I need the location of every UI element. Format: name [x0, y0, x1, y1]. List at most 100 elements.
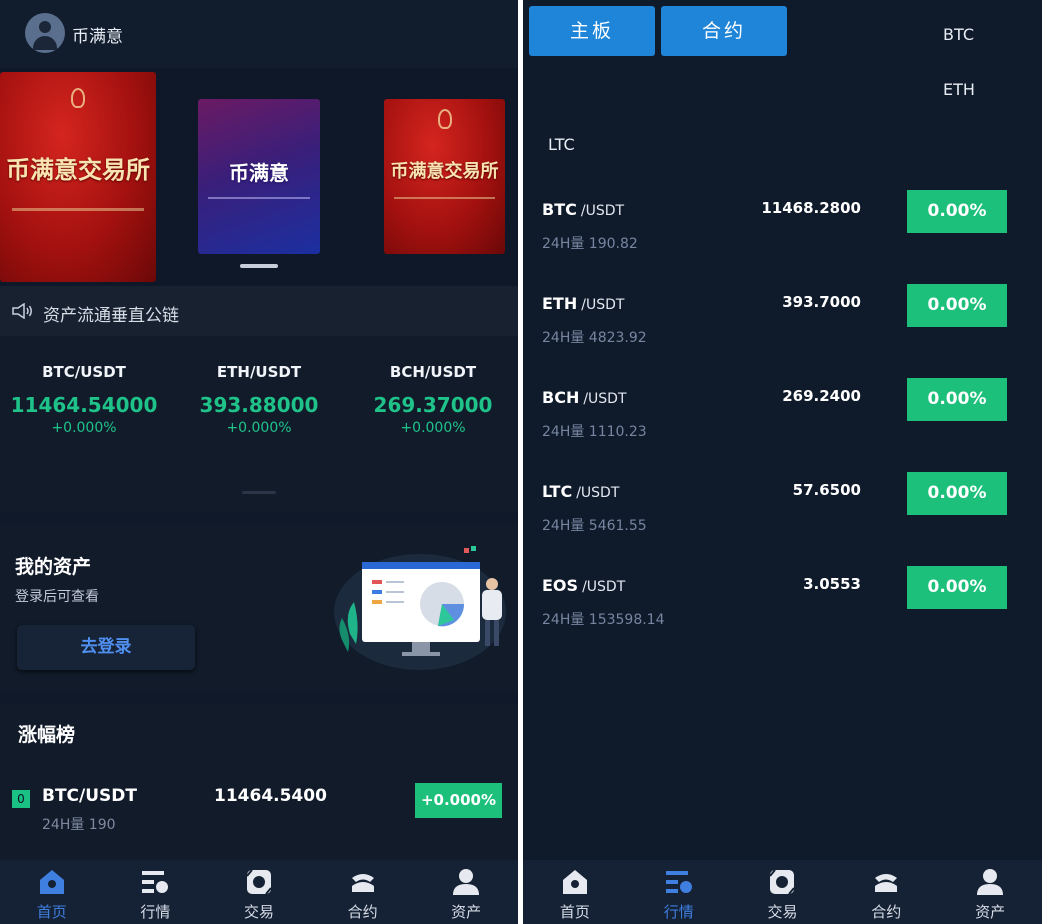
ticker-indicator: [242, 491, 276, 494]
carousel-indicator: [240, 264, 278, 268]
market-coin: ETH/USDT: [542, 294, 624, 313]
bottom-tab-bar: 首页 行情 交易 合约 资产: [0, 860, 518, 924]
tab-label: 资产: [451, 903, 482, 921]
banner-slide[interactable]: 币满意交易所: [0, 72, 156, 282]
market-screen: 主板 合约 BTC ETH LTC BTC/USDT 24H量 190.82 1…: [523, 0, 1042, 924]
ticker-item[interactable]: ETH/USDT 393.88000 +0.000%: [173, 363, 345, 436]
trade-icon: [246, 869, 272, 895]
market-price: 11468.2800: [761, 199, 861, 217]
login-button[interactable]: 去登录: [17, 625, 195, 670]
dashboard-illustration-icon: [334, 546, 506, 670]
banner-slide[interactable]: 币满意: [198, 99, 320, 254]
market-icon: [142, 871, 169, 893]
top-bar: 币满意: [0, 0, 518, 68]
ticker-strip: BTC/USDT 11464.54000 +0.000% ETH/USDT 39…: [0, 336, 518, 512]
user-icon: [453, 869, 480, 895]
coin-symbol: BCH: [542, 388, 580, 407]
home-icon: [562, 870, 587, 894]
tab-label: 行情: [663, 903, 694, 921]
ticker-price: 11464.54000: [10, 393, 158, 417]
change-badge[interactable]: 0.00%: [907, 472, 1007, 515]
coin-symbol: ETH: [542, 294, 578, 313]
banner-title: 币满意交易所: [390, 161, 499, 182]
ticker-pair: ETH/USDT: [216, 363, 302, 381]
tab-market[interactable]: 行情: [627, 860, 731, 924]
ticker-item[interactable]: BCH/USDT 269.37000 +0.000%: [347, 363, 518, 436]
market-price: 3.0553: [803, 575, 861, 593]
tab-trade[interactable]: 交易: [731, 860, 835, 924]
market-row[interactable]: BTC/USDT 24H量 190.82 11468.2800 0.00%: [523, 190, 1042, 284]
notice-bar[interactable]: 资产流通垂直公链: [0, 286, 518, 336]
rank-badge: 0: [12, 790, 30, 808]
market-row[interactable]: LTC/USDT 24H量 5461.55 57.6500 0.00%: [523, 472, 1042, 566]
quote-currency: /USDT: [581, 297, 625, 313]
gainer-pair: BTC/USDT: [42, 786, 137, 806]
change-badge[interactable]: 0.00%: [907, 566, 1007, 609]
contract-icon: [875, 874, 898, 892]
avatar-body-shape: [33, 36, 57, 50]
banner-slide[interactable]: 币满意交易所: [384, 99, 505, 254]
notice-text: 资产流通垂直公链: [43, 306, 179, 326]
trade-icon: [769, 869, 796, 895]
home-icon: [39, 870, 64, 894]
contract-icon: [351, 874, 374, 892]
tab-market[interactable]: 行情: [104, 860, 208, 924]
change-badge[interactable]: 0.00%: [907, 284, 1007, 327]
market-row[interactable]: ETH/USDT 24H量 4823.92 393.7000 0.00%: [523, 284, 1042, 378]
tab-label: 合约: [347, 903, 378, 921]
market-volume: 24H量 153598.14: [542, 612, 665, 628]
tab-contract[interactable]: 合约: [311, 860, 415, 924]
ticker-price: 393.88000: [199, 393, 319, 417]
market-row[interactable]: BCH/USDT 24H量 1110.23 269.2400 0.00%: [523, 378, 1042, 472]
symbol-tab[interactable]: ETH: [943, 80, 975, 99]
market-volume: 24H量 1110.23: [542, 424, 647, 440]
gainer-row[interactable]: 0 BTC/USDT 24H量 190 11464.5400 +0.000%: [0, 780, 518, 850]
tab-trade[interactable]: 交易: [207, 860, 311, 924]
change-badge[interactable]: 0.00%: [907, 378, 1007, 421]
symbol-tab[interactable]: LTC: [548, 135, 575, 154]
tab-label: 合约: [871, 903, 902, 921]
tab-contract[interactable]: 合约: [834, 860, 938, 924]
bottom-tab-bar: 首页 行情 交易 合约 资产: [523, 860, 1042, 924]
tab-home[interactable]: 首页: [523, 860, 627, 924]
tab-label: 资产: [975, 903, 1006, 921]
market-coin: BTC/USDT: [542, 200, 624, 219]
ticker-change: +0.000%: [51, 420, 117, 436]
tab-label: 交易: [243, 903, 274, 921]
banner-title: 币满意: [229, 161, 289, 185]
quote-currency: /USDT: [583, 391, 627, 407]
market-price: 269.2400: [782, 387, 861, 405]
avatar[interactable]: [25, 13, 65, 53]
change-badge[interactable]: 0.00%: [907, 190, 1007, 233]
ticker-change: +0.000%: [226, 420, 292, 436]
segment-main-board[interactable]: 主板: [529, 6, 655, 56]
quote-currency: /USDT: [582, 579, 626, 595]
gainer-change-badge[interactable]: +0.000%: [415, 783, 502, 818]
tab-assets[interactable]: 资产: [938, 860, 1042, 924]
banner-title: 币满意交易所: [6, 155, 150, 184]
gainers-section: 涨幅榜 0 BTC/USDT 24H量 190 11464.5400 +0.00…: [0, 704, 518, 864]
segment-contract[interactable]: 合约: [661, 6, 787, 56]
speaker-icon: [12, 303, 32, 319]
tab-label: 首页: [559, 903, 590, 921]
ticker-price: 269.37000: [373, 393, 493, 417]
coin-symbol: BTC: [542, 200, 577, 219]
market-coin: BCH/USDT: [542, 388, 627, 407]
gainers-title: 涨幅榜: [18, 724, 76, 746]
market-coin: LTC/USDT: [542, 482, 619, 501]
market-price: 393.7000: [782, 293, 861, 311]
banner-carousel[interactable]: 币满意交易所 币满意 币满意交易所: [0, 68, 518, 286]
tab-assets[interactable]: 资产: [414, 860, 518, 924]
banner-subtitle-line: [393, 197, 496, 199]
ticker-item[interactable]: BTC/USDT 11464.54000 +0.000%: [0, 363, 170, 436]
gainer-price: 11464.5400: [214, 786, 327, 806]
tab-label: 首页: [36, 903, 67, 921]
banner-logo-icon: [71, 88, 85, 108]
tab-label: 交易: [767, 903, 798, 921]
my-assets-card: 我的资产 登录后可查看 去登录: [0, 524, 518, 692]
symbol-tab[interactable]: BTC: [943, 25, 974, 44]
ticker-change: +0.000%: [400, 420, 466, 436]
assets-hint: 登录后可查看: [15, 589, 99, 605]
market-row[interactable]: EOS/USDT 24H量 153598.14 3.0553 0.00%: [523, 566, 1042, 660]
tab-home[interactable]: 首页: [0, 860, 104, 924]
